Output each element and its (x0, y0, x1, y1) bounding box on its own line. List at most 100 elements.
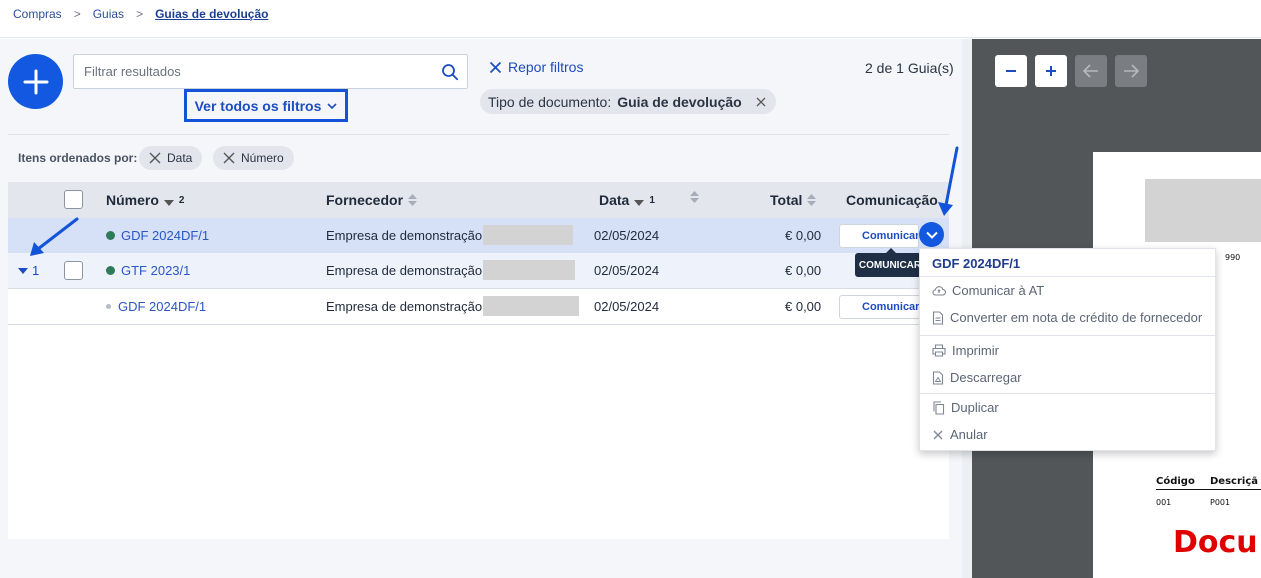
preview-code-value: 001 (1156, 498, 1172, 507)
table-row[interactable]: GDF 2024DF/1 Empresa de demonstração 02/… (8, 289, 949, 325)
menu-item-cancel[interactable]: Anular (932, 427, 988, 442)
reset-filters-label: Repor filtros (508, 59, 584, 75)
plus-icon (23, 69, 48, 94)
status-dot (106, 304, 111, 309)
menu-title: GDF 2024DF/1 (932, 256, 1021, 271)
filter-chip-value: Guia de devolução (617, 93, 742, 110)
page-code-fragment: 990 (1225, 253, 1241, 262)
document-number-link[interactable]: GDF 2024DF/1 (106, 299, 206, 314)
search-field (73, 54, 468, 89)
result-count: 2 de 1 Guia(s) (865, 60, 954, 76)
expand-group-toggle[interactable]: 1 (18, 263, 39, 278)
reset-filters-button[interactable]: Repor filtros (489, 59, 583, 75)
column-fornecedor-label: Fornecedor (326, 192, 404, 208)
document-icon (932, 310, 944, 325)
copy-icon (933, 400, 945, 415)
plus-icon (1046, 66, 1056, 76)
previous-page-button[interactable] (1075, 55, 1107, 87)
breadcrumb-guias[interactable]: Guias (93, 7, 124, 21)
column-comunicacao-label: Comunicação (846, 192, 938, 208)
menu-item-duplicate[interactable]: Duplicar (932, 400, 999, 415)
close-icon[interactable] (223, 152, 235, 164)
sort-desc-icon (163, 200, 174, 206)
printer-icon (932, 344, 946, 357)
breadcrumb-guias-devolucao[interactable]: Guias de devolução (155, 7, 268, 21)
redacted-block (483, 225, 573, 245)
sort-order-date: 1 (649, 194, 655, 206)
sort-chip-label: Data (167, 151, 193, 165)
column-numero[interactable]: Número 2 (106, 192, 184, 208)
breadcrumb: Compras > Guias > Guias de devolução (13, 7, 268, 21)
document-number-link[interactable]: GTF 2023/1 (106, 263, 190, 278)
breadcrumb-compras[interactable]: Compras (13, 7, 62, 21)
row-checkbox[interactable] (64, 261, 83, 280)
menu-divider (920, 276, 1217, 277)
communicate-button[interactable]: Comunicar (839, 224, 919, 248)
zoom-in-button[interactable] (1035, 55, 1067, 87)
status-dot (106, 231, 115, 240)
cloud-upload-icon (932, 285, 946, 296)
column-total[interactable]: Total (770, 192, 817, 208)
table-row[interactable]: GTF 2023/1 Empresa de demonstração 02/05… (8, 253, 949, 289)
sorted-by-label: Itens ordenados por: (18, 151, 138, 165)
column-data[interactable]: Data 1 (599, 192, 655, 208)
document-total: € 0,00 (785, 299, 822, 314)
select-all-checkbox[interactable] (64, 190, 83, 209)
menu-item-convert-credit-note[interactable]: Converter em nota de crédito de forneced… (932, 310, 1202, 325)
sort-chip-label: Número (241, 151, 284, 165)
column-total-label: Total (770, 192, 803, 208)
arrow-right-icon (1124, 64, 1139, 78)
search-icon[interactable] (441, 63, 459, 81)
column-numero-label: Número (106, 192, 159, 208)
column-fornecedor[interactable]: Fornecedor (326, 192, 418, 208)
preview-document-title: Docu (1173, 525, 1258, 560)
menu-item-print[interactable]: Imprimir (932, 343, 999, 358)
close-icon[interactable] (149, 152, 161, 164)
menu-divider (920, 335, 1217, 336)
group-count: 1 (32, 263, 40, 278)
column-comunicacao: Comunicação (846, 192, 938, 208)
active-filter-chip: Tipo de documento: Guia de devolução (480, 89, 776, 114)
table-row[interactable]: GDF 2024DF/1 Empresa de demonstração 02/… (8, 218, 949, 254)
arrow-left-icon (1083, 64, 1098, 78)
close-icon (489, 61, 502, 73)
preview-table-header-desc: Descriçã (1210, 476, 1258, 487)
filter-chip-key: Tipo de documento: (488, 93, 612, 110)
document-total: € 0,00 (785, 263, 822, 278)
preview-desc-value: P001 (1210, 498, 1231, 507)
see-all-filters-label: Ver todos os filtros (194, 97, 322, 114)
search-input[interactable] (84, 64, 424, 79)
sort-chip-numero[interactable]: Número (213, 146, 294, 170)
sort-icon (807, 194, 817, 206)
see-all-filters-button[interactable]: Ver todos os filtros (184, 89, 348, 122)
sort-chip-data[interactable]: Data (139, 146, 203, 170)
document-total: € 0,00 (785, 228, 822, 243)
top-bar: Compras > Guias > Guias de devolução (0, 0, 1261, 38)
supplier-name: Empresa de demonstração (326, 299, 483, 314)
supplier-name: Empresa de demonstração (326, 263, 483, 278)
actions-dropdown-toggle[interactable] (919, 222, 944, 247)
menu-item-download[interactable]: Descarregar (932, 370, 1022, 385)
document-number-link[interactable]: GDF 2024DF/1 (106, 228, 209, 243)
supplier-name: Empresa de demonstração (326, 228, 483, 243)
sort-desc-icon (634, 200, 645, 206)
next-page-button[interactable] (1115, 55, 1147, 87)
redacted-block (483, 296, 579, 316)
chevron-right-icon: > (136, 7, 144, 21)
preview-table-rule (1156, 489, 1261, 490)
communicate-button[interactable]: Comunicar (839, 295, 923, 319)
add-document-button[interactable] (8, 54, 63, 109)
zoom-out-button[interactable] (995, 55, 1027, 87)
redacted-logo (1145, 179, 1261, 242)
chevron-right-icon: > (73, 7, 81, 21)
close-icon (933, 430, 943, 439)
document-date: 02/05/2024 (594, 228, 660, 243)
remove-filter-icon[interactable] (756, 97, 766, 107)
chevron-down-icon (925, 231, 938, 239)
document-date: 02/05/2024 (594, 263, 660, 278)
status-dot (106, 266, 115, 275)
menu-item-communicate-at[interactable]: Comunicar à AT (932, 283, 1044, 298)
chevron-down-icon (327, 102, 337, 109)
preview-table-header-code: Código (1156, 476, 1195, 487)
sort-icon[interactable] (690, 191, 699, 203)
